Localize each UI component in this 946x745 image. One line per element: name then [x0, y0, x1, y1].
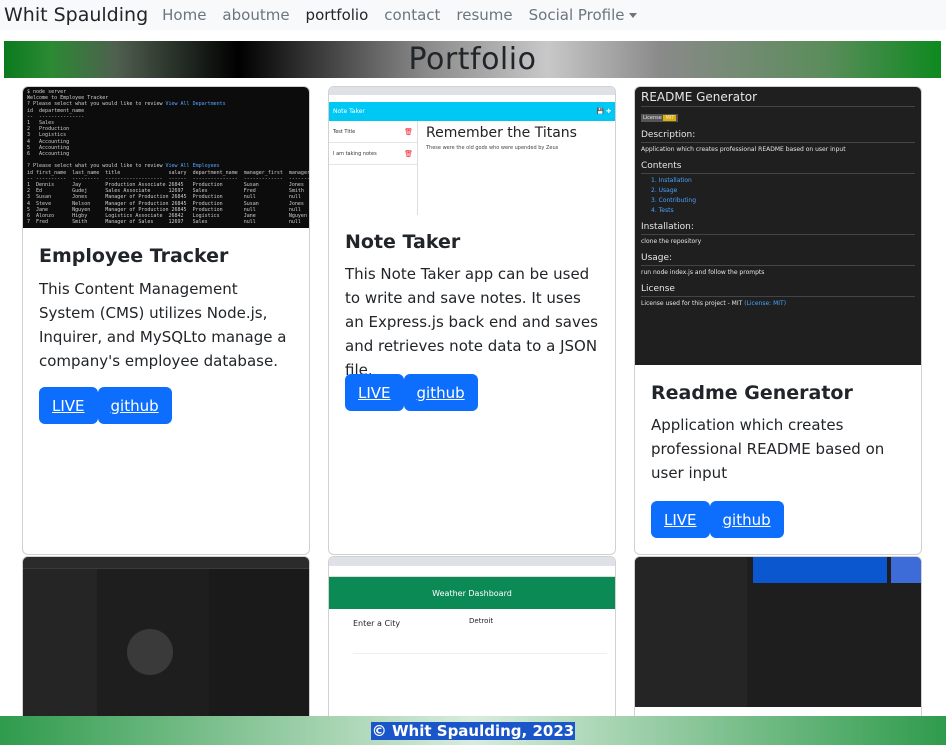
app-toolbar [23, 557, 309, 569]
note-list-item: Test Title 🗑 [329, 121, 417, 143]
readme-generator-screenshot: README Generator License MIT Description… [635, 87, 921, 365]
readme-installation: clone the repository [641, 238, 702, 245]
readme-usage-heading: Usage: [641, 249, 915, 266]
project-card-weather-dashboard: Weather Dashboard Enter a City Detroit [328, 556, 616, 726]
github-button[interactable]: github [403, 374, 478, 411]
live-button[interactable]: LIVE [345, 374, 404, 411]
nav-link-resume[interactable]: resume [456, 6, 512, 24]
trash-icon: 🗑 [404, 149, 413, 158]
readme-license-heading: License [641, 280, 915, 297]
caret-down-icon [628, 13, 637, 18]
project-card-note-taker: Note Taker 💾 ✚ Test Title 🗑 I am taking n… [328, 86, 616, 555]
card-title: Note Taker [345, 231, 461, 253]
readme-installation-heading: Installation: [641, 218, 915, 235]
browser-tab-bar [329, 557, 615, 566]
code-editor-screenshot [635, 557, 921, 707]
footer: © Whit Spaulding, 2023 [0, 716, 946, 745]
readme-contents-item: 1. Installation [651, 177, 692, 184]
bug-icon [127, 629, 173, 675]
nav-link-contact[interactable]: contact [384, 6, 440, 24]
forecast-row [353, 653, 607, 723]
weather-city-label: Enter a City [353, 619, 401, 628]
weather-city: Detroit [469, 617, 494, 625]
license-badge-label: License [643, 115, 662, 121]
readme-license-sentence: License used for this project - MIT [641, 300, 745, 307]
card-text: This Content Management System (CMS) uti… [39, 280, 287, 370]
api-tool-screenshot [23, 557, 309, 725]
nav-link-aboutme[interactable]: aboutme [222, 6, 289, 24]
readme-usage: run node index.js and follow the prompts [641, 269, 765, 276]
readme-title: README Generator [641, 90, 915, 107]
note-taker-body: Test Title 🗑 I am taking notes 🗑 Remember … [329, 121, 615, 215]
readme-contents-item: 2. Usage [651, 187, 678, 194]
project-card-api-tool [22, 556, 310, 726]
save-plus-icons: 💾 ✚ [596, 108, 611, 115]
nav-link-portfolio[interactable]: portfolio [306, 6, 369, 24]
brand-link[interactable]: Whit Spaulding [4, 4, 148, 26]
project-card-code-editor [634, 556, 922, 726]
browser-tab-bar [329, 87, 615, 95]
editor-sidebar [635, 557, 747, 707]
readme-license-text: License used for this project - MIT (Lic… [641, 300, 915, 307]
live-button[interactable]: LIVE [651, 501, 710, 538]
project-card-employee-tracker: $ node server Welcome to Employee Tracke… [22, 86, 310, 555]
github-button[interactable]: github [709, 501, 784, 538]
readme-contents-item: 4. Tests [651, 207, 674, 214]
note-list-item: I am taking notes 🗑 [329, 143, 417, 165]
project-card-readme-generator: README Generator License MIT Description… [634, 86, 922, 555]
license-badge-value: MIT [663, 115, 677, 121]
navbar: Whit Spaulding Home aboutme portfolio co… [0, 0, 946, 30]
employee-tracker-screenshot: $ node server Welcome to Employee Tracke… [23, 87, 309, 228]
live-button[interactable]: LIVE [39, 387, 98, 424]
social-profile-dropdown[interactable]: Social Profile [529, 6, 637, 24]
readme-contents-item: 3. Contributing [651, 197, 697, 204]
card-buttons: LIVE github [39, 387, 172, 424]
note-taker-header-title: Note Taker [333, 108, 365, 115]
readme-contents-heading: Contents [641, 157, 915, 174]
weather-dashboard-screenshot: Weather Dashboard Enter a City Detroit [329, 557, 615, 725]
editor-tab-highlight [753, 557, 887, 583]
card-title: Readme Generator [651, 382, 853, 404]
card-buttons: LIVE github [651, 501, 784, 538]
readme-license-link: (License: MIT) [744, 300, 787, 307]
license-badge: License MIT [641, 113, 915, 122]
weather-header: Weather Dashboard [329, 577, 615, 609]
social-profile-label: Social Profile [528, 6, 625, 24]
browser-url-bar [329, 95, 615, 102]
portfolio-banner: Portfolio [4, 41, 941, 78]
note-list: Test Title 🗑 I am taking notes 🗑 [329, 121, 418, 215]
app-response-pane [209, 569, 309, 725]
nav-link-home[interactable]: Home [162, 6, 206, 24]
note-editor: Remember the Titans These were the old g… [418, 121, 585, 215]
note-list-item-title: I am taking notes [333, 150, 377, 157]
page-title: Portfolio [408, 42, 537, 77]
footer-copyright: © Whit Spaulding, 2023 [370, 721, 576, 740]
note-editor-title: Remember the Titans [426, 125, 577, 141]
trash-icon: 🗑 [404, 127, 413, 136]
editor-window-strip [891, 557, 921, 583]
github-button[interactable]: github [97, 387, 172, 424]
readme-description-heading: Description: [641, 126, 915, 143]
card-title: Employee Tracker [39, 245, 229, 267]
card-buttons: LIVE github [345, 374, 478, 411]
browser-url-bar [329, 566, 615, 577]
note-taker-screenshot: Note Taker 💾 ✚ Test Title 🗑 I am taking n… [329, 87, 615, 215]
note-list-item-title: Test Title [333, 128, 356, 135]
readme-description: Application which creates professional R… [641, 146, 846, 153]
app-sidebar [23, 569, 97, 725]
card-text: Application which creates professional R… [651, 416, 885, 482]
note-taker-header: Note Taker 💾 ✚ [329, 102, 615, 121]
card-text: This Note Taker app can be used to write… [345, 265, 598, 379]
note-editor-body: These were the old gods who were upended… [426, 145, 559, 151]
